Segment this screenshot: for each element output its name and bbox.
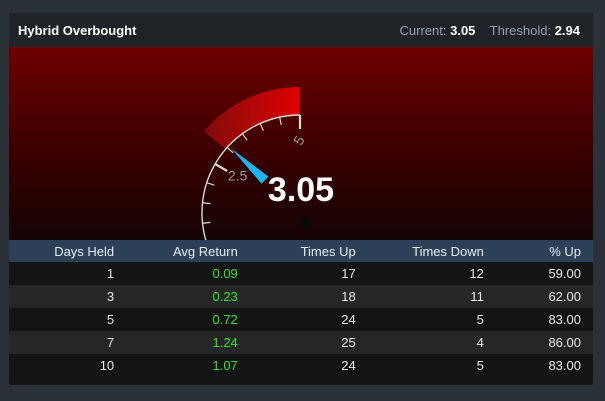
cell-days-held: 7 [106, 335, 115, 350]
cell-times-down: 12 [469, 266, 484, 281]
cell-avg-return: 0.09 [212, 266, 238, 281]
cell-times-down: 4 [476, 335, 484, 350]
cell-times-up: 24 [341, 312, 356, 327]
table-row: 7 1.24 25 4 86.00 [9, 331, 593, 354]
gauge-area: 02.55 3.05 [9, 47, 593, 240]
cell-times-up: 25 [341, 335, 356, 350]
gauge-value: 3.05 [267, 171, 335, 209]
col-header-days-held[interactable]: Days Held [9, 240, 126, 262]
cell-times-down: 5 [476, 358, 484, 373]
gauge-minor-tick [202, 221, 211, 224]
cell-days-held: 1 [106, 266, 115, 281]
hybrid-overbought-panel: Hybrid Overbought Current: 3.05 Threshol… [9, 13, 593, 385]
cell-avg-return: 1.07 [212, 358, 238, 373]
cell-times-down: 11 [470, 289, 484, 304]
table-row: 10 1.07 24 5 83.00 [9, 354, 593, 377]
table-row: 3 0.23 18 11 62.00 [9, 285, 593, 308]
cell-times-up: 17 [341, 266, 356, 281]
threshold-value: 2.94 [554, 23, 580, 38]
gauge-tick-label: 5 [290, 133, 308, 148]
panel-title: Hybrid Overbought [18, 23, 137, 38]
panel-header: Hybrid Overbought Current: 3.05 Threshol… [9, 13, 593, 47]
gauge-minor-tick [241, 133, 248, 141]
cell-days-held: 10 [99, 358, 115, 373]
threshold-label: Threshold: [489, 23, 552, 38]
cell-days-held: 5 [106, 312, 115, 327]
cell-days-held: 3 [106, 289, 115, 304]
cell-avg-return: 0.72 [212, 312, 238, 327]
cell-pct-up: 62.00 [548, 289, 581, 304]
table-row: 1 0.09 17 12 59.00 [9, 262, 593, 285]
gauge-minor-tick [279, 117, 282, 126]
header-readout: Current: 3.05 Threshold: 2.94 [400, 23, 580, 38]
current-value: 3.05 [450, 23, 476, 38]
cell-avg-return: 1.24 [212, 335, 238, 350]
cell-times-up: 24 [341, 358, 356, 373]
cell-pct-up: 83.00 [548, 312, 581, 327]
table-row: 5 0.72 24 5 83.00 [9, 308, 593, 331]
current-label: Current: [399, 23, 447, 38]
gauge-minor-tick [226, 146, 234, 154]
gauge-hub [301, 217, 311, 227]
col-header-avg-return[interactable]: Avg Return [126, 240, 250, 262]
cell-avg-return: 0.23 [212, 289, 238, 304]
table-header-row: Days Held Avg Return Times Up Times Down… [9, 240, 593, 262]
col-header-times-up[interactable]: Times Up [250, 240, 368, 262]
cell-times-up: 18 [341, 289, 356, 304]
gauge-major-tick [214, 163, 228, 172]
cell-times-down: 5 [476, 312, 484, 327]
cell-pct-up: 59.00 [548, 266, 581, 281]
col-header-times-down[interactable]: Times Down [368, 240, 496, 262]
gauge: 02.55 [201, 87, 311, 240]
overbought-zone-band [204, 87, 300, 150]
returns-table: Days Held Avg Return Times Up Times Down… [9, 240, 593, 377]
gauge-minor-tick [259, 123, 264, 132]
col-header-pct-up[interactable]: % Up [496, 240, 593, 262]
cell-pct-up: 83.00 [548, 358, 581, 373]
cell-pct-up: 86.00 [548, 335, 581, 350]
